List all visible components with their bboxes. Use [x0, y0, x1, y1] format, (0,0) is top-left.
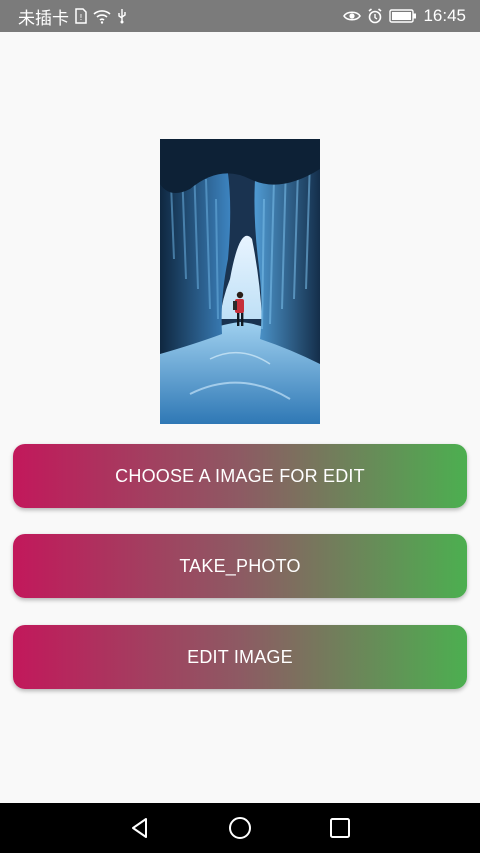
ice-cave-photo	[160, 139, 320, 424]
take-photo-label: TAKE_PHOTO	[179, 555, 301, 576]
usb-icon	[117, 8, 127, 24]
recents-icon[interactable]	[320, 808, 360, 848]
main-content: CHOOSE A IMAGE FOR EDIT TAKE_PHOTO EDIT …	[0, 32, 480, 803]
home-icon[interactable]	[220, 808, 260, 848]
choose-image-button[interactable]: CHOOSE A IMAGE FOR EDIT	[13, 444, 467, 508]
wifi-icon	[93, 8, 111, 24]
clock-time: 16:45	[423, 6, 466, 25]
svg-text:!: !	[79, 13, 82, 22]
alarm-icon	[367, 8, 383, 24]
sim-icon: !	[75, 8, 87, 24]
navigation-bar	[0, 803, 480, 853]
eye-icon	[343, 9, 362, 23]
carrier-label: 未插卡	[18, 8, 69, 28]
status-bar-right: 16:45	[343, 6, 466, 26]
status-bar-left: 未插卡 !	[18, 4, 127, 29]
back-icon[interactable]	[120, 808, 160, 848]
take-photo-button[interactable]: TAKE_PHOTO	[13, 534, 467, 598]
choose-image-label: CHOOSE A IMAGE FOR EDIT	[115, 465, 365, 486]
status-bar: 未插卡 ! 16:45	[0, 0, 480, 32]
edit-image-label: EDIT IMAGE	[187, 646, 293, 667]
image-preview	[160, 139, 320, 424]
edit-image-button[interactable]: EDIT IMAGE	[13, 625, 467, 689]
battery-icon	[389, 9, 417, 23]
